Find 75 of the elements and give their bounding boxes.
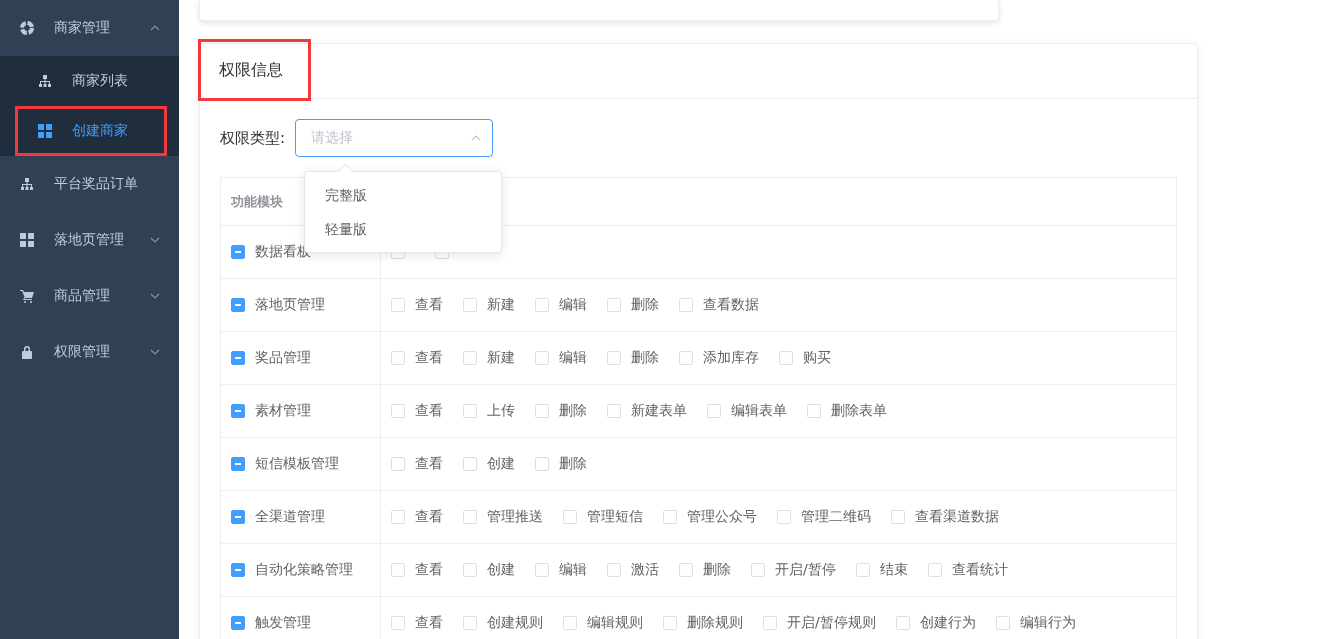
permission-checkbox[interactable]: 新建表单	[607, 402, 687, 420]
permission-checkbox[interactable]: 查看	[391, 296, 443, 314]
card-title: 权限信息	[200, 41, 309, 99]
grid-icon	[38, 124, 52, 138]
permission-checkbox[interactable]: 创建	[463, 455, 515, 473]
checkbox[interactable]	[231, 404, 245, 418]
checkbox[interactable]	[231, 457, 245, 471]
column-header: 功能模块	[231, 192, 283, 211]
grid-icon	[20, 233, 34, 247]
permission-checkbox[interactable]: 删除	[607, 296, 659, 314]
permission-checkbox[interactable]: 开启/暂停	[751, 561, 836, 579]
permission-checkbox[interactable]: 查看	[391, 614, 443, 632]
permission-checkbox[interactable]: 管理推送	[463, 508, 543, 526]
module-checkbox[interactable]: 短信模板管理	[231, 455, 339, 473]
permission-checkbox[interactable]: 上传	[463, 402, 515, 420]
permission-checkbox[interactable]: 管理二维码	[777, 508, 871, 526]
submenu-item[interactable]: 商家列表	[0, 56, 179, 106]
submenu-item[interactable]: 创建商家	[15, 106, 167, 156]
permission-checkbox[interactable]: 编辑规则	[563, 614, 643, 632]
permission-checkbox[interactable]: 开启/暂停规则	[763, 614, 876, 632]
module-checkbox[interactable]: 落地页管理	[231, 296, 325, 314]
checkbox[interactable]	[231, 510, 245, 524]
module-checkbox[interactable]: 奖品管理	[231, 349, 311, 367]
permission-checkbox[interactable]: 创建	[463, 561, 515, 579]
permission-checkbox[interactable]: 查看统计	[927, 561, 1008, 579]
checkbox[interactable]	[231, 563, 245, 577]
permission-checkbox[interactable]: 查看	[391, 349, 443, 367]
module-checkbox[interactable]: 触发管理	[231, 614, 311, 632]
permission-checkbox[interactable]: 编辑	[535, 296, 587, 314]
permission-checkbox[interactable]: 新建	[463, 296, 515, 314]
permission-checkbox[interactable]: 购买	[779, 349, 831, 367]
module-checkbox[interactable]: 自动化策略管理	[231, 561, 353, 579]
sitemap-icon	[38, 74, 52, 88]
permission-checkbox[interactable]: 查看数据	[679, 296, 759, 314]
menu-item[interactable]: 平台奖品订单	[0, 156, 179, 212]
ring-icon	[20, 21, 34, 35]
permission-checkbox[interactable]: 删除	[607, 349, 659, 367]
permission-checkbox[interactable]: 新建	[463, 349, 515, 367]
permission-checkbox[interactable]: 编辑行为	[995, 614, 1076, 632]
permission-checkbox[interactable]: 删除规则	[663, 614, 743, 632]
module-checkbox[interactable]: 素材管理	[231, 402, 311, 420]
permission-checkbox[interactable]: 删除	[535, 402, 587, 420]
checkbox[interactable]	[231, 616, 245, 630]
permission-checkbox[interactable]: 查看	[391, 455, 443, 473]
menu-item[interactable]: 落地页管理	[0, 212, 179, 268]
permission-checkbox[interactable]: 查看	[391, 561, 443, 579]
checkbox[interactable]	[231, 298, 245, 312]
dropdown-option[interactable]: 完整版	[305, 178, 501, 212]
permission-checkbox[interactable]: 激活	[607, 561, 659, 579]
checkbox[interactable]	[231, 351, 245, 365]
dropdown-option[interactable]: 轻量版	[305, 212, 501, 246]
permission-checkbox[interactable]: 编辑	[535, 349, 587, 367]
sitemap-icon	[20, 177, 34, 191]
permission-checkbox[interactable]: 结束	[855, 561, 908, 579]
permission-checkbox[interactable]: 查看	[391, 402, 443, 420]
permission-checkbox[interactable]: 添加库存	[679, 349, 759, 367]
permission-checkbox[interactable]: 管理短信	[563, 508, 643, 526]
permission-checkbox[interactable]: 编辑	[535, 561, 587, 579]
permission-checkbox[interactable]: 编辑表单	[707, 402, 787, 420]
permission-checkbox[interactable]: 创建行为	[895, 614, 976, 632]
cart-icon	[20, 289, 34, 303]
permission-checkbox[interactable]: 删除	[535, 455, 587, 473]
lock-icon	[20, 345, 34, 359]
checkbox[interactable]	[231, 245, 245, 259]
permission-checkbox[interactable]: 创建规则	[463, 614, 543, 632]
permission-checkbox[interactable]: 管理公众号	[663, 508, 757, 526]
menu-item[interactable]: 商家管理	[0, 0, 179, 56]
form-label: 权限类型:	[220, 128, 286, 148]
permission-checkbox[interactable]: 删除表单	[807, 402, 887, 420]
menu-item[interactable]: 权限管理	[0, 324, 179, 380]
menu-item[interactable]: 商品管理	[0, 268, 179, 324]
permission-checkbox[interactable]: 查看渠道数据	[891, 508, 999, 526]
permission-checkbox[interactable]: 查看	[391, 508, 443, 526]
module-checkbox[interactable]: 全渠道管理	[231, 508, 325, 526]
permission-checkbox[interactable]: 删除	[679, 561, 731, 579]
